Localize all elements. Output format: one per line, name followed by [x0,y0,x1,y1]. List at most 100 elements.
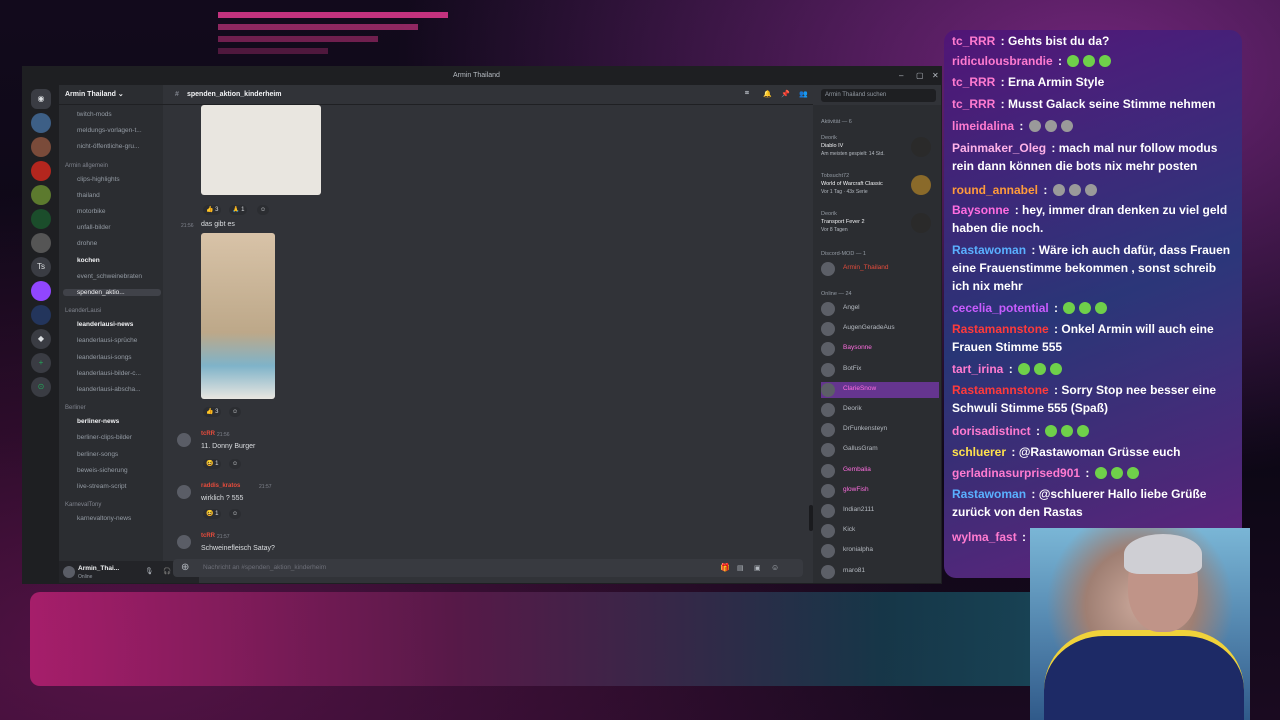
server-icon[interactable] [31,305,51,325]
channel-item[interactable]: leanderlausi-abscha... [67,386,161,393]
message-author[interactable]: raddis_kratos [201,483,240,489]
member-item[interactable]: Gembalia [821,463,939,479]
sticker-icon[interactable]: ▣ [754,564,761,572]
gift-icon[interactable]: 🎁 [720,563,730,572]
channel-item[interactable]: clips-highlights [67,176,161,183]
server-icon[interactable] [31,281,51,301]
explore-icon[interactable]: ⊙ [31,377,51,397]
channel-item[interactable]: beweis-sicherung [67,467,161,474]
add-server-icon[interactable]: + [31,353,51,373]
members-icon[interactable]: 👥 [799,90,808,98]
maximize-icon[interactable]: ▢ [916,71,924,80]
minimize-icon[interactable]: – [899,71,903,80]
member-item[interactable]: kronialpha [821,543,939,559]
attachment-image[interactable] [201,105,321,195]
chat-line: tart_irina : [952,360,1236,378]
reaction[interactable]: 🙏 1 [229,205,248,215]
message-text: Schweinefleisch Satay? [201,545,275,552]
member-item[interactable]: Deorik [821,402,939,418]
add-reaction-icon[interactable]: ☺ [229,459,242,469]
message-author[interactable]: tcRR [201,533,215,539]
reaction[interactable]: 😆 1 [203,509,222,519]
channel-category[interactable]: Armin allgemein [65,163,108,169]
channel-item[interactable]: leanderlausi-sprüche [67,337,161,344]
add-reaction-icon[interactable]: ☺ [229,509,242,519]
avatar[interactable] [177,485,191,499]
server-icon[interactable] [31,137,51,157]
activity-user[interactable]: Deorik [821,211,911,217]
server-icon[interactable]: ◆ [31,329,51,349]
add-reaction-icon[interactable]: ☺ [229,407,242,417]
server-icon[interactable] [31,161,51,181]
activity-user[interactable]: Deorik [821,135,911,141]
avatar[interactable] [177,535,191,549]
server-name[interactable]: Armin Thailand ⌄ [59,85,163,105]
member-name: Gembalia [843,465,871,473]
member-item[interactable]: Kick [821,523,939,539]
channel-item[interactable]: karnevaltony-news [67,515,161,522]
member-item[interactable]: maro81 [821,564,939,580]
add-attachment-icon[interactable]: ⊕ [181,562,189,573]
headset-icon[interactable]: 🎧 [163,567,171,575]
gif-icon[interactable]: ▤ [737,564,744,572]
member-item[interactable]: BotFix [821,362,939,378]
microphone-icon[interactable]: 🎙 [145,567,153,575]
member-item[interactable]: GallusGram [821,442,939,458]
channel-item[interactable]: thailand [67,192,161,199]
pin-icon[interactable]: 📌 [781,90,790,98]
message-author[interactable]: tcRR [201,431,215,437]
member-item[interactable]: DrFunkensteyn [821,422,939,438]
avatar[interactable] [177,433,191,447]
server-icon[interactable]: Ts [31,257,51,277]
channel-item[interactable]: drohne [67,240,161,247]
channel-item[interactable]: meldungs-vorlagen-t... [67,127,161,134]
channel-item[interactable]: motorbike [67,208,161,215]
channel-item[interactable]: berliner-clips-bilder [67,434,161,441]
decor-stripe [218,24,418,30]
member-item[interactable]: ClarieSnow [821,381,939,398]
channel-item[interactable]: unfall-bilder [67,224,161,231]
threads-icon[interactable]: ⌗ [745,90,749,98]
chat-line: schluerer : @Rastawoman Grüsse euch [952,443,1236,461]
channel-item[interactable]: event_schweinebraten [67,273,161,280]
reaction[interactable]: 😆 1 [203,459,222,469]
server-icon[interactable] [31,209,51,229]
member-item[interactable]: Angel [821,301,939,317]
channel-item[interactable]: nicht-öffentliche-gru... [67,143,161,150]
search-input[interactable]: Armin Thailand suchen [821,89,936,102]
channel-item[interactable]: berliner-songs [67,451,161,458]
server-icon[interactable] [31,113,51,133]
message-input[interactable]: Nachricht an #spenden_aktion_kinderheim [173,559,803,577]
chat-line: cecelia_potential : [952,299,1236,317]
member-item[interactable]: glowFish [821,483,939,499]
close-icon[interactable]: ✕ [932,71,939,80]
reaction[interactable]: 👍 3 [203,205,222,215]
channel-item[interactable]: leanderlausi-songs [67,354,161,361]
server-icon[interactable] [31,233,51,253]
chat-username: Rastamannstone [952,383,1049,397]
avatar[interactable] [63,566,75,578]
bell-icon[interactable]: 🔔 [763,90,772,98]
emoji-icon[interactable]: ☺ [771,563,779,572]
channel-item[interactable]: spenden_aktio... [63,289,161,296]
server-icon[interactable] [31,185,51,205]
channel-item[interactable]: leanderlausi-news [67,321,161,328]
channel-item[interactable]: twitch-mods [67,111,161,118]
attachment-image[interactable] [201,233,275,399]
channel-item[interactable]: live-stream-script [67,483,161,490]
channel-category[interactable]: KarnevalTony [65,502,101,508]
add-reaction-icon[interactable]: ☺ [257,205,270,215]
chat-line: limeidalina : [952,117,1236,135]
member-item[interactable]: Indian2111 [821,503,939,519]
member-item[interactable]: Baysonne [821,341,939,357]
channel-item[interactable]: berliner-news [67,418,161,425]
channel-category[interactable]: Berliner [65,405,86,411]
activity-user[interactable]: Tobsucht72 [821,173,911,179]
channel-item[interactable]: kochen [67,257,161,264]
member-item[interactable]: AugenGeradeAus [821,321,939,337]
channel-category[interactable]: LeanderLausi [65,308,101,314]
reaction[interactable]: 👍 3 [203,407,222,417]
channel-item[interactable]: leanderlausi-bilder-c... [67,370,161,377]
home-icon[interactable]: ◉ [31,89,51,109]
member-item[interactable]: Armin_Thailand [821,261,939,277]
